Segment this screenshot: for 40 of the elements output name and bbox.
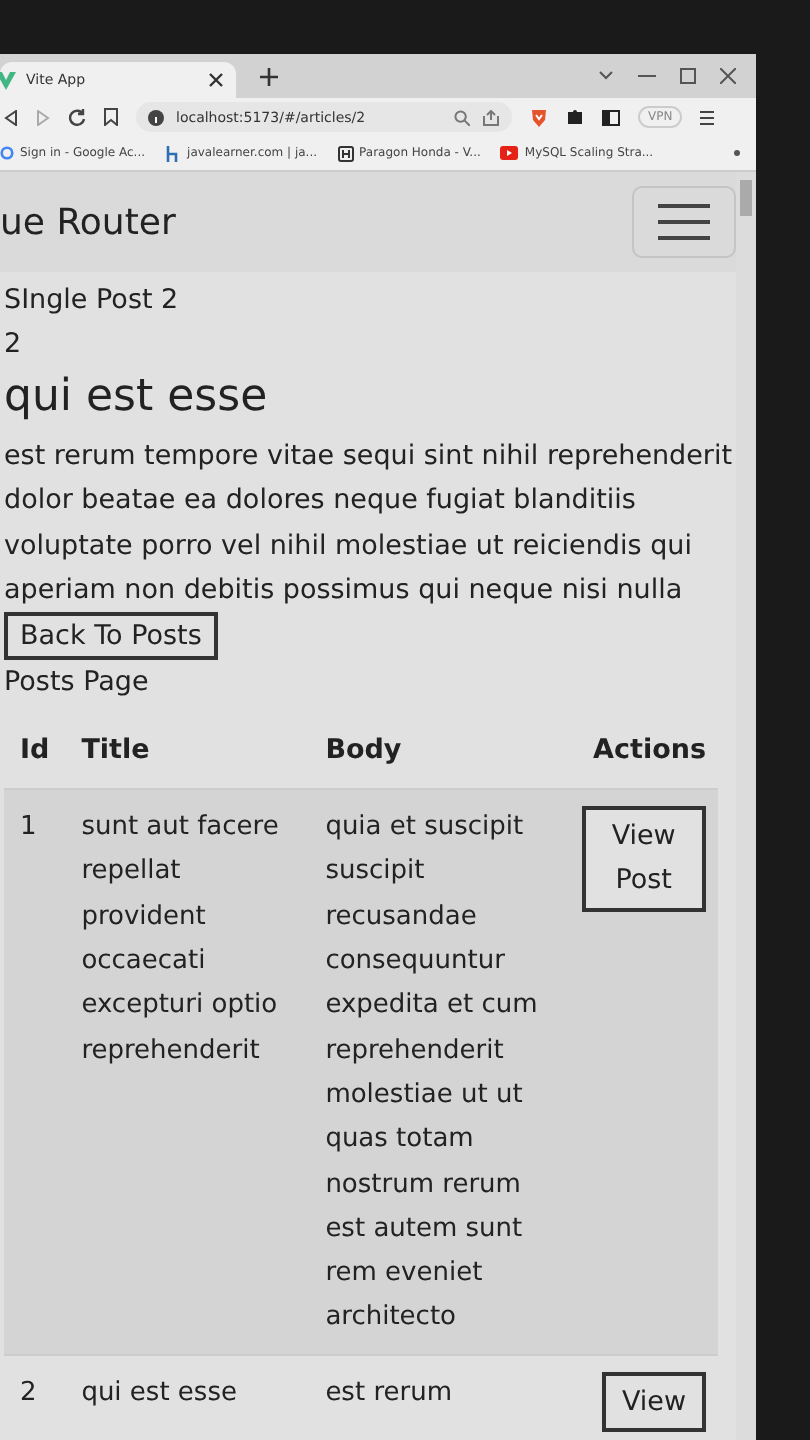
play-icon	[500, 146, 519, 160]
menu-button[interactable]	[632, 186, 736, 258]
chevron-icon[interactable]	[598, 70, 614, 82]
new-tab-icon[interactable]	[260, 67, 278, 85]
scrollbar[interactable]	[736, 172, 756, 1440]
logo-icon	[0, 70, 16, 90]
table-cell: quia et suscipit suscipit recusandae consequuntur expedita et cum reprehenderit molestiae ut ut quas totam nostrum rerum est autem sunt rem eveniet architecto	[309, 789, 566, 1355]
close-icon[interactable]	[208, 72, 224, 88]
table-cell: 1	[4, 789, 66, 1355]
reload-icon[interactable]	[68, 108, 86, 126]
view-post-button[interactable]: View	[601, 1371, 706, 1433]
post-title: qui est esse	[4, 370, 270, 426]
share-icon[interactable]	[482, 109, 500, 125]
menu-icon[interactable]	[700, 109, 715, 125]
table-cell: 2	[4, 1354, 66, 1440]
letter-h-icon	[337, 145, 354, 161]
site-logo-icon	[165, 145, 182, 161]
more-bookmarks-icon[interactable]	[734, 150, 740, 156]
zoom-icon[interactable]	[454, 109, 470, 125]
page-label: Posts Page	[4, 664, 151, 703]
bookmark-icon[interactable]	[104, 108, 118, 126]
maximize-icon[interactable]	[680, 68, 696, 84]
info-icon	[148, 109, 164, 125]
post-heading: SIngle Post 2	[4, 282, 181, 320]
google-icon	[0, 146, 14, 160]
table-cell: sunt aut facere repellat provident occaecati excepturi optio reprehenderit	[65, 789, 310, 1355]
post-id: 2	[4, 326, 24, 364]
table-cell: est rerum	[309, 1354, 566, 1440]
post-body: est rerum tempore vitae sequi sint nihil reprehenderit dolor beatae ea dolores neque fugiat blanditiis voluptate porro vel nihil molestiae ut reiciendis qui aperiam non debitis possimus qui neque nisi nulla	[4, 438, 735, 610]
navbar-brand[interactable]: ue Router	[0, 201, 176, 243]
back-button[interactable]: Back To Posts	[4, 612, 218, 661]
shield-icon[interactable]	[530, 107, 548, 127]
sidebar-icon[interactable]	[602, 109, 620, 125]
puzzle-icon[interactable]	[566, 108, 584, 126]
minimize-icon[interactable]	[638, 74, 656, 78]
close-icon[interactable]	[720, 68, 736, 84]
back-icon[interactable]	[4, 109, 18, 125]
view-post-button[interactable]: View Post	[581, 806, 706, 912]
table-cell: qui est esse	[65, 1354, 310, 1440]
menu-icon	[658, 204, 710, 240]
